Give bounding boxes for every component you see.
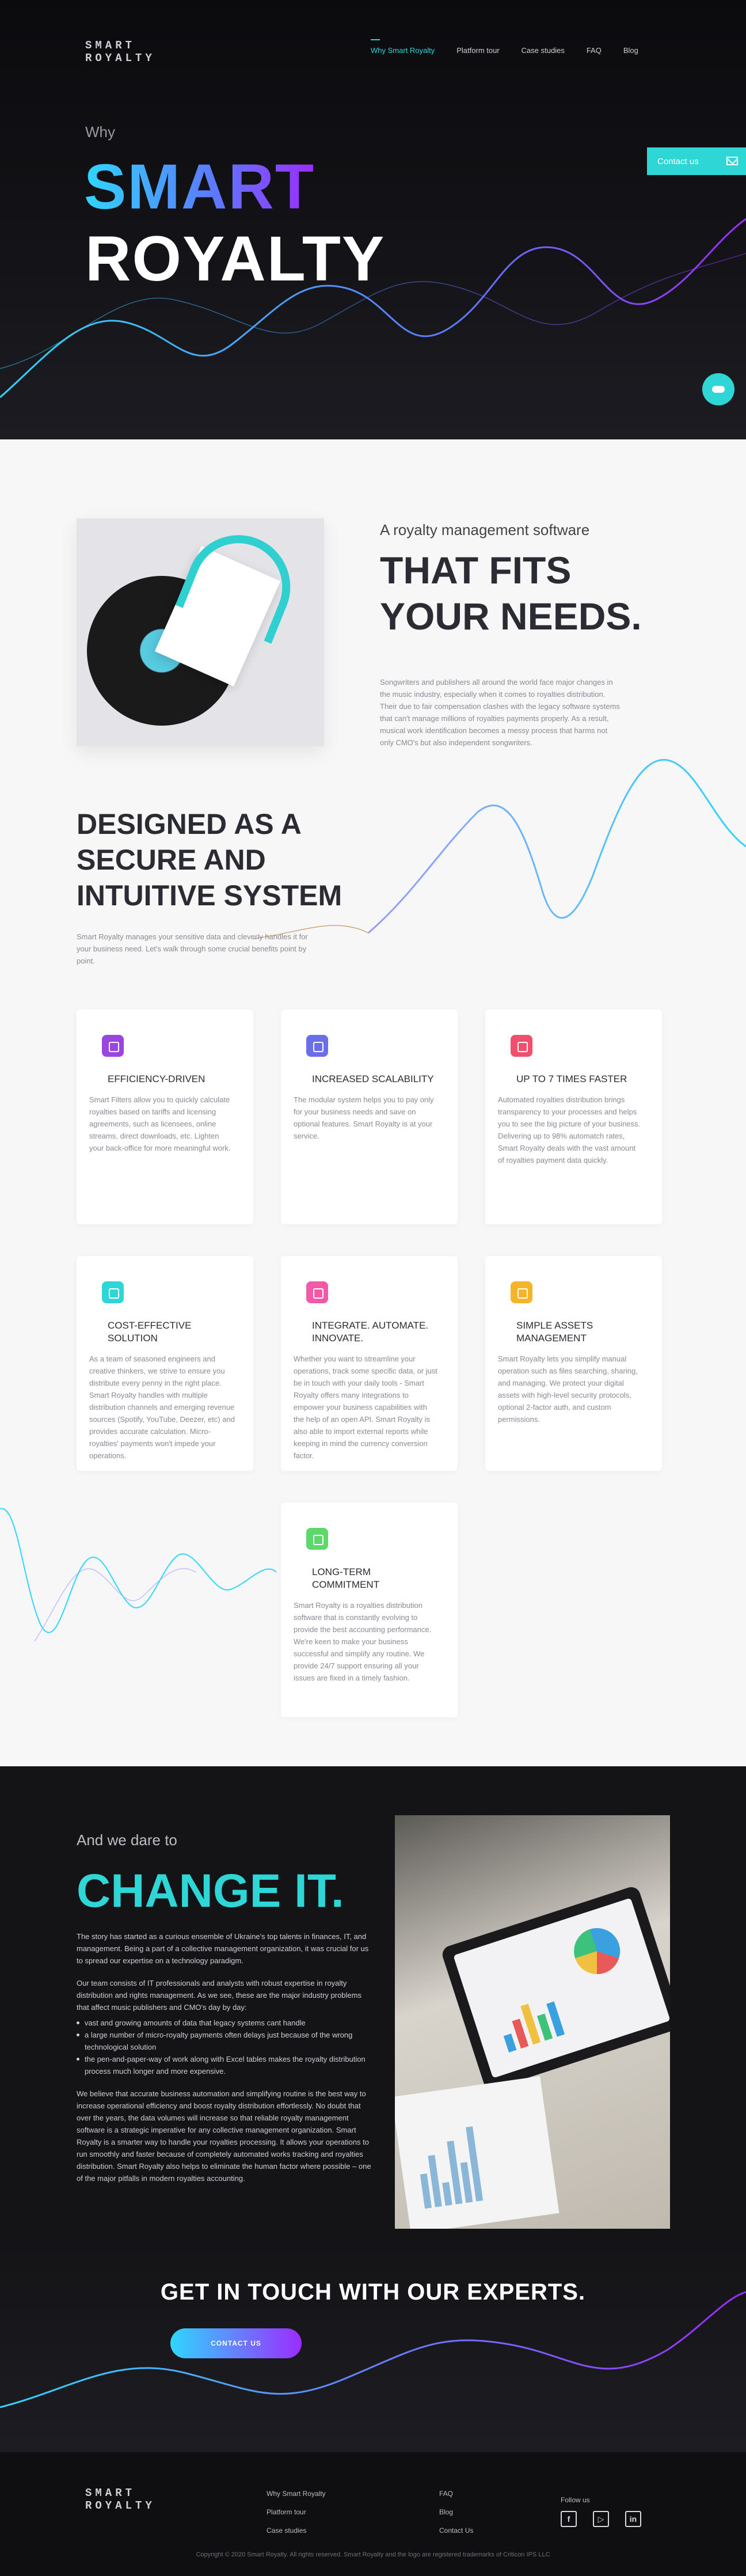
page: SMART ROYALTY Why Smart Royalty Platform… xyxy=(0,0,746,2576)
change-text: The story has started as a curious ensem… xyxy=(77,1930,376,2195)
card-text: Automated royalties distribution brings … xyxy=(498,1095,641,1164)
follow-us-label: Follow us xyxy=(561,2496,590,2504)
feature-card-assets: SIMPLE ASSETS MANAGEMENT Smart Royalty l… xyxy=(485,1256,662,1471)
hero-section: SMART ROYALTY Why Smart Royalty Platform… xyxy=(0,0,746,439)
card-text: As a team of seasoned engineers and crea… xyxy=(89,1355,235,1460)
card-text: Smart Filters allow you to quickly calcu… xyxy=(89,1095,231,1152)
fits-subtitle: A royalty management software xyxy=(380,521,590,538)
footer-link-cases[interactable]: Case studies xyxy=(267,2521,326,2540)
logo-line-1: SMART xyxy=(85,39,136,52)
paper-report xyxy=(395,2076,560,2229)
nav-blog[interactable]: Blog xyxy=(623,46,638,55)
footer-link-blog[interactable]: Blog xyxy=(439,2503,473,2521)
footer-links-2: FAQ Blog Contact Us xyxy=(439,2484,473,2540)
business-photo xyxy=(395,1815,670,2229)
contact-us-label: Contact us xyxy=(657,156,699,166)
main-nav: Why Smart Royalty Platform tour Case stu… xyxy=(371,39,660,55)
fits-title-line-2: YOUR NEEDS. xyxy=(380,595,642,638)
hero-title-royalty: ROYALTY xyxy=(85,223,386,294)
feature-card-commitment: LONG-TERM COMMITMENT Smart Royalty is a … xyxy=(281,1503,458,1717)
fits-paragraph: Songwriters and publishers all around th… xyxy=(380,678,620,747)
nav-platform-tour[interactable]: Platform tour xyxy=(456,46,499,55)
change-paragraph-1: The story has started as a curious ensem… xyxy=(77,1932,369,1965)
change-title: CHANGE IT. xyxy=(77,1865,344,1917)
card-title: LONG-TERM COMMITMENT xyxy=(312,1566,380,1590)
bar-graphic xyxy=(494,1990,565,2053)
card-text: Whether you want to streamline your oper… xyxy=(294,1355,438,1460)
contact-title: GET IN TOUCH WITH OUR EXPERTS. xyxy=(160,2279,586,2305)
designed-title: DESIGNED AS A SECURE AND INTUITIVE SYSTE… xyxy=(77,806,342,913)
copyright: Copyright © 2020 Smart Royalty. All righ… xyxy=(196,2551,550,2558)
feature-card-integrate: INTEGRATE. AUTOMATE. INNOVATE. Whether y… xyxy=(281,1256,458,1471)
album-image xyxy=(77,518,324,746)
chat-icon[interactable] xyxy=(702,373,734,405)
integrate-icon xyxy=(306,1281,328,1303)
logo-line-2: ROYALTY xyxy=(85,2499,155,2512)
nav-case-studies[interactable]: Case studies xyxy=(522,46,565,55)
logo-line-2: ROYALTY xyxy=(85,52,155,65)
card-title: SIMPLE ASSETS MANAGEMENT xyxy=(516,1320,593,1344)
efficiency-icon xyxy=(102,1035,124,1057)
contact-section xyxy=(0,2234,746,2452)
feature-card-efficiency: EFFICIENCY-DRIVEN Smart Filters allow yo… xyxy=(77,1010,253,1224)
card-title: EFFICIENCY-DRIVEN xyxy=(108,1073,205,1084)
card-text: Smart Royalty lets you simplify manual o… xyxy=(498,1355,638,1424)
youtube-icon[interactable]: ▷ xyxy=(593,2511,609,2527)
scalability-icon xyxy=(306,1035,328,1057)
change-paragraph-3: We believe that accurate business automa… xyxy=(77,2089,371,2183)
designed-paragraph: Smart Royalty manages your sensitive dat… xyxy=(77,932,308,965)
footer-link-why[interactable]: Why Smart Royalty xyxy=(267,2484,326,2503)
feature-card-scalability: INCREASED SCALABILITY The modular system… xyxy=(281,1010,458,1224)
feature-card-cost-effective: COST-EFFECTIVE SOLUTION As a team of sea… xyxy=(77,1256,253,1471)
hero-why: Why xyxy=(85,123,115,141)
wifi-icon xyxy=(102,1281,124,1303)
pie-graphic xyxy=(568,1922,626,1981)
footer-links-1: Why Smart Royalty Platform tour Case stu… xyxy=(267,2484,326,2540)
footer-link-platform[interactable]: Platform tour xyxy=(267,2503,326,2521)
feature-card-faster: UP TO 7 TIMES FASTER Automated royalties… xyxy=(485,1010,662,1224)
card-title: COST-EFFECTIVE SOLUTION xyxy=(108,1320,192,1344)
hero-title-smart: SMART xyxy=(84,151,315,222)
fits-title: THAT FITS YOUR NEEDS. xyxy=(380,547,642,639)
change-paragraph-2: Our team consists of IT professionals an… xyxy=(77,1979,361,2012)
fits-title-line-1: THAT FITS xyxy=(380,549,572,591)
designed-line-2: SECURE AND xyxy=(77,844,266,876)
nav-faq[interactable]: FAQ xyxy=(587,46,602,55)
card-text: The modular system helps you to pay only… xyxy=(294,1095,434,1140)
footer-logo[interactable]: SMART ROYALTY xyxy=(85,2487,155,2512)
logo-line-1: SMART xyxy=(85,2487,136,2499)
tablet xyxy=(440,1884,670,2092)
designed-line-3: INTUITIVE SYSTEM xyxy=(77,879,342,912)
nav-why-smart-royalty[interactable]: Why Smart Royalty xyxy=(371,39,435,55)
card-text: Smart Royalty is a royalties distributio… xyxy=(294,1601,432,1682)
list-item: vast and growing amounts of data that le… xyxy=(77,2017,376,2029)
facebook-icon[interactable]: f xyxy=(561,2511,577,2527)
rocket-icon xyxy=(511,1035,532,1057)
designed-line-1: DESIGNED AS A xyxy=(77,808,302,840)
folder-icon xyxy=(511,1281,532,1303)
problem-list: vast and growing amounts of data that le… xyxy=(77,2017,376,2077)
cards-wave-decoration xyxy=(0,1508,277,1642)
contact-wave-decoration xyxy=(0,2291,746,2408)
footer: SMART ROYALTY Why Smart Royalty Platform… xyxy=(0,2452,746,2576)
header-logo[interactable]: SMART ROYALTY xyxy=(85,39,155,65)
dare-subtitle: And we dare to xyxy=(77,1831,177,1849)
footer-link-contact[interactable]: Contact Us xyxy=(439,2521,473,2540)
card-title: INCREASED SCALABILITY xyxy=(312,1073,434,1084)
list-item: a large number of micro-royalty payments… xyxy=(77,2029,376,2053)
card-title: UP TO 7 TIMES FASTER xyxy=(516,1073,627,1084)
contact-us-tab[interactable]: Contact us xyxy=(647,147,746,175)
card-title: INTEGRATE. AUTOMATE. INNOVATE. xyxy=(312,1320,429,1344)
mail-icon xyxy=(726,157,738,165)
hourglass-icon xyxy=(306,1528,328,1550)
contact-us-button[interactable]: CONTACT US xyxy=(170,2328,302,2358)
footer-link-faq[interactable]: FAQ xyxy=(439,2484,473,2503)
list-item: the pen-and-paper-way of work along with… xyxy=(77,2053,376,2077)
linkedin-icon[interactable]: in xyxy=(625,2511,641,2527)
